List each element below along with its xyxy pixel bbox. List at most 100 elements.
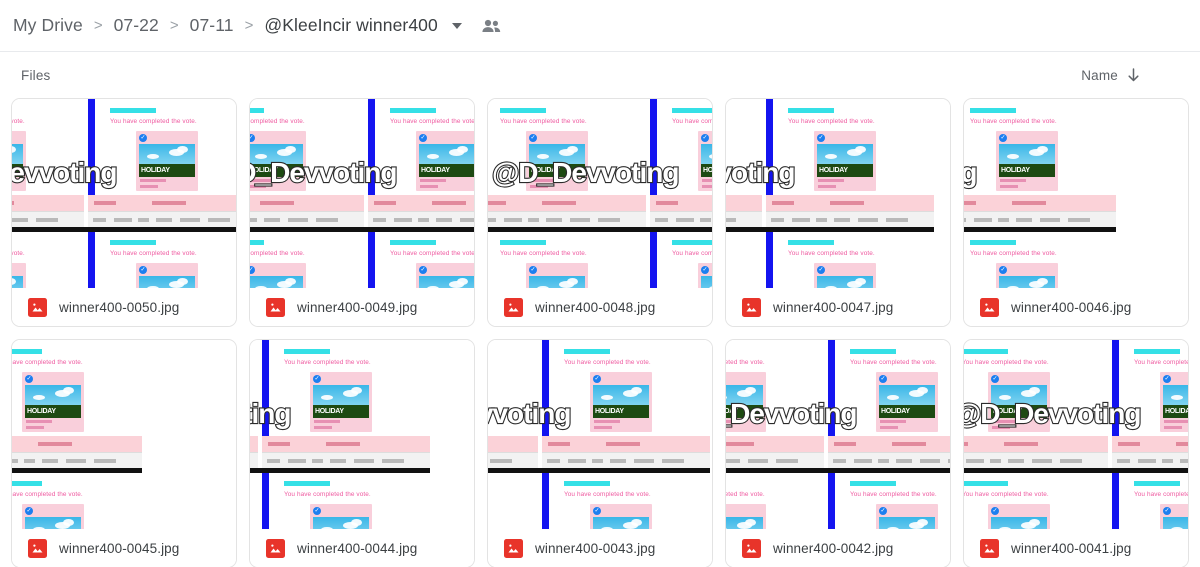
file-grid: You have completed the vote. ✓ HOLIDAY Y…	[0, 98, 1200, 567]
thumbnail-pane: You have completed the vote. ✓ HOLIDAY	[828, 472, 950, 529]
image-file-icon	[28, 297, 47, 317]
thumbnail-pane: You have completed the vote. ✓ HOLIDAY	[12, 231, 84, 288]
file-thumbnail[interactable]: You have completed the vote. ✓ HOLIDAY Y…	[964, 99, 1188, 288]
thumbnail-pane: You have completed the vote. ✓ HOLIDAY	[88, 231, 236, 288]
file-card[interactable]: You have completed the vote. ✓ HOLIDAY Y…	[963, 339, 1189, 567]
file-name-label: winner400-0049.jpg	[297, 299, 418, 315]
breadcrumb-item-07-22[interactable]: 07-22	[114, 15, 159, 36]
file-name-label: winner400-0050.jpg	[59, 299, 180, 315]
thumbnail-pane: You have completed the vote. ✓ HOLIDAY	[964, 472, 1108, 529]
file-card-footer: winner400-0045.jpg	[12, 529, 236, 567]
files-section-header: Files Name	[0, 52, 1200, 98]
file-card-footer: winner400-0048.jpg	[488, 288, 712, 326]
breadcrumb-separator: >	[93, 17, 103, 34]
image-file-icon	[266, 538, 285, 558]
image-file-icon	[980, 538, 999, 558]
thumbnail-pane: You have completed the vote. ✓ HOLIDAY	[726, 99, 762, 227]
file-card[interactable]: You have completed the vote. ✓ HOLIDAY Y…	[249, 339, 475, 567]
breadcrumb-item-07-11[interactable]: 07-11	[190, 15, 234, 36]
file-name-label: winner400-0045.jpg	[59, 540, 180, 556]
thumbnail-pane: You have completed the vote. ✓ HOLIDAY	[726, 472, 824, 529]
thumbnail-pane: You have completed the vote. ✓ HOLIDAY	[262, 340, 430, 468]
thumbnail-pane: You have completed the vote. ✓ HOLIDAY	[766, 231, 934, 288]
file-thumbnail[interactable]: You have completed the vote. ✓ HOLIDAY Y…	[726, 340, 950, 529]
thumbnail-pane: You have completed the vote. ✓ HOLIDAY	[488, 231, 646, 288]
thumbnail-pane: You have completed the vote. ✓ HOLIDAY	[88, 99, 236, 227]
sort-control[interactable]: Name	[1081, 68, 1182, 83]
file-card-footer: winner400-0044.jpg	[250, 529, 474, 567]
section-title: Files	[21, 67, 51, 83]
thumbnail-pane: You have completed the vote. ✓ HOLIDAY	[12, 340, 142, 468]
file-card[interactable]: You have completed the vote. ✓ HOLIDAY Y…	[11, 98, 237, 327]
file-card-footer: winner400-0041.jpg	[964, 529, 1188, 567]
breadcrumb-separator: >	[244, 17, 254, 34]
file-card-footer: winner400-0046.jpg	[964, 288, 1188, 326]
thumbnail-pane: You have completed the vote. ✓ HOLIDAY	[650, 99, 712, 227]
file-name-label: winner400-0044.jpg	[297, 540, 418, 556]
breadcrumb-separator: >	[169, 17, 179, 34]
sort-label: Name	[1081, 67, 1118, 83]
file-card-footer: winner400-0047.jpg	[726, 288, 950, 326]
file-thumbnail[interactable]: You have completed the vote. ✓ HOLIDAY Y…	[12, 340, 236, 529]
thumbnail-pane: You have completed the vote. ✓ HOLIDAY	[964, 99, 1116, 227]
file-name-label: winner400-0048.jpg	[535, 299, 656, 315]
file-card[interactable]: You have completed the vote. ✓ HOLIDAY Y…	[487, 339, 713, 567]
people-shared-icon[interactable]	[481, 19, 502, 33]
thumbnail-pane: You have completed the vote. ✓ HOLIDAY	[1112, 340, 1188, 468]
image-file-icon	[266, 297, 285, 317]
image-file-icon	[28, 538, 47, 558]
thumbnail-pane: You have completed the vote. ✓ HOLIDAY	[12, 472, 142, 529]
chevron-down-icon[interactable]	[451, 22, 462, 29]
file-card-footer: winner400-0050.jpg	[12, 288, 236, 326]
file-card[interactable]: You have completed the vote. ✓ HOLIDAY Y…	[487, 98, 713, 327]
file-card-footer: winner400-0042.jpg	[726, 529, 950, 567]
thumbnail-pane: You have completed the vote. ✓ HOLIDAY	[1112, 472, 1188, 529]
file-thumbnail[interactable]: You have completed the vote. ✓ HOLIDAY Y…	[726, 99, 950, 288]
thumbnail-pane: You have completed the vote. ✓ HOLIDAY	[650, 231, 712, 288]
thumbnail-pane: You have completed the vote. ✓ HOLIDAY	[964, 231, 1116, 288]
thumbnail-pane: You have completed the vote. ✓ HOLIDAY	[766, 99, 934, 227]
thumbnail-pane: You have completed the vote. ✓ HOLIDAY	[488, 99, 646, 227]
image-file-icon	[980, 297, 999, 317]
file-card-footer: winner400-0043.jpg	[488, 529, 712, 567]
thumbnail-pane: You have completed the vote. ✓ HOLIDAY	[488, 472, 538, 529]
thumbnail-pane: You have completed the vote. ✓ HOLIDAY	[250, 99, 364, 227]
thumbnail-pane: You have completed the vote. ✓ HOLIDAY	[368, 231, 474, 288]
thumbnail-pane: You have completed the vote. ✓ HOLIDAY	[250, 472, 258, 529]
file-card[interactable]: You have completed the vote. ✓ HOLIDAY Y…	[725, 339, 951, 567]
file-thumbnail[interactable]: You have completed the vote. ✓ HOLIDAY Y…	[250, 99, 474, 288]
thumbnail-pane: You have completed the vote. ✓ HOLIDAY	[828, 340, 950, 468]
thumbnail-pane: You have completed the vote. ✓ HOLIDAY	[488, 340, 538, 468]
image-file-icon	[504, 297, 523, 317]
file-card[interactable]: You have completed the vote. ✓ HOLIDAY Y…	[963, 98, 1189, 327]
breadcrumb-item-current-folder[interactable]: @KleeIncir winner400	[264, 15, 437, 36]
file-card[interactable]: You have completed the vote. ✓ HOLIDAY Y…	[725, 98, 951, 327]
image-file-icon	[742, 297, 761, 317]
file-name-label: winner400-0042.jpg	[773, 540, 894, 556]
thumbnail-pane: You have completed the vote. ✓ HOLIDAY	[542, 472, 710, 529]
arrow-down-icon[interactable]	[1127, 67, 1140, 83]
thumbnail-pane: You have completed the vote. ✓ HOLIDAY	[250, 231, 364, 288]
file-thumbnail[interactable]: You have completed the vote. ✓ HOLIDAY Y…	[488, 340, 712, 529]
file-name-label: winner400-0043.jpg	[535, 540, 656, 556]
file-card-footer: winner400-0049.jpg	[250, 288, 474, 326]
thumbnail-pane: You have completed the vote. ✓ HOLIDAY	[368, 99, 474, 227]
thumbnail-pane: You have completed the vote. ✓ HOLIDAY	[542, 340, 710, 468]
file-name-label: winner400-0046.jpg	[1011, 299, 1132, 315]
image-file-icon	[504, 538, 523, 558]
file-card[interactable]: You have completed the vote. ✓ HOLIDAY Y…	[249, 98, 475, 327]
file-thumbnail[interactable]: You have completed the vote. ✓ HOLIDAY Y…	[488, 99, 712, 288]
breadcrumb-bar: My Drive > 07-22 > 07-11 > @KleeIncir wi…	[0, 0, 1200, 52]
file-card[interactable]: You have completed the vote. ✓ HOLIDAY Y…	[11, 339, 237, 567]
file-name-label: winner400-0041.jpg	[1011, 540, 1132, 556]
file-name-label: winner400-0047.jpg	[773, 299, 894, 315]
file-thumbnail[interactable]: You have completed the vote. ✓ HOLIDAY Y…	[12, 99, 236, 288]
thumbnail-pane: You have completed the vote. ✓ HOLIDAY	[12, 99, 84, 227]
file-thumbnail[interactable]: You have completed the vote. ✓ HOLIDAY Y…	[250, 340, 474, 529]
thumbnail-pane: You have completed the vote. ✓ HOLIDAY	[964, 340, 1108, 468]
thumbnail-pane: You have completed the vote. ✓ HOLIDAY	[726, 340, 824, 468]
file-thumbnail[interactable]: You have completed the vote. ✓ HOLIDAY Y…	[964, 340, 1188, 529]
image-file-icon	[742, 538, 761, 558]
thumbnail-pane: You have completed the vote. ✓ HOLIDAY	[726, 231, 762, 288]
breadcrumb-item-my-drive[interactable]: My Drive	[13, 15, 83, 36]
